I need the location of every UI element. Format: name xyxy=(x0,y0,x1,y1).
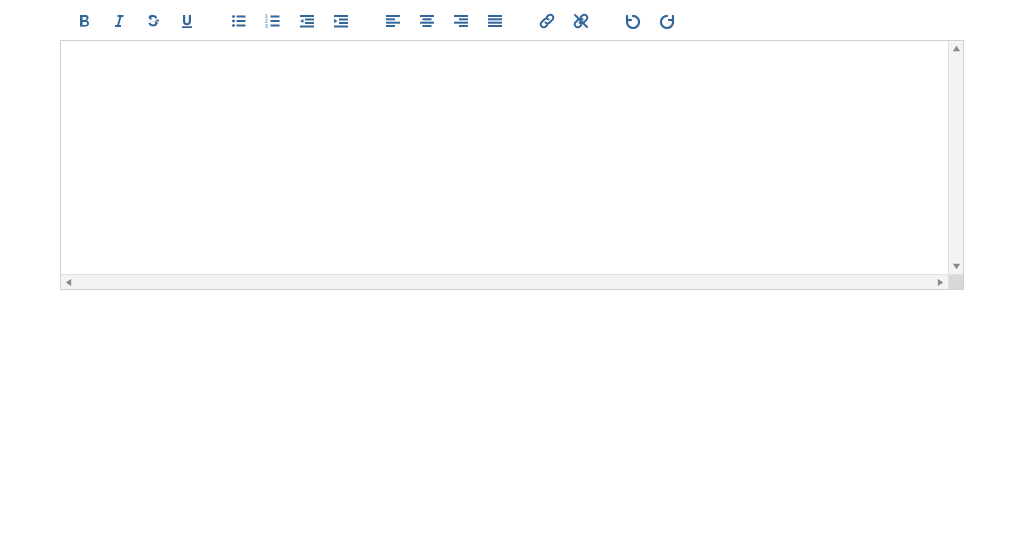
scroll-left-arrow-icon[interactable] xyxy=(61,275,76,289)
outdent-icon xyxy=(299,13,315,29)
align-left-icon xyxy=(385,13,401,29)
indent-icon xyxy=(333,13,349,29)
toolbar-separator xyxy=(598,8,616,34)
rich-text-editor xyxy=(0,0,1024,290)
italic-button[interactable] xyxy=(102,8,136,34)
align-left-button[interactable] xyxy=(376,8,410,34)
list-ul-icon xyxy=(231,13,247,29)
scroll-right-arrow-icon[interactable] xyxy=(933,275,948,289)
vertical-scrollbar[interactable] xyxy=(948,41,963,274)
editor-content[interactable] xyxy=(61,41,948,274)
underline-icon xyxy=(179,13,195,29)
editor-frame xyxy=(60,40,964,290)
horizontal-scrollbar[interactable] xyxy=(61,274,948,289)
link-icon xyxy=(539,13,555,29)
align-center-button[interactable] xyxy=(410,8,444,34)
underline-button[interactable] xyxy=(170,8,204,34)
scroll-down-arrow-icon[interactable] xyxy=(949,259,963,274)
undo-button[interactable] xyxy=(616,8,650,34)
outdent-button[interactable] xyxy=(290,8,324,34)
bold-button[interactable] xyxy=(68,8,102,34)
align-right-icon xyxy=(453,13,469,29)
align-right-button[interactable] xyxy=(444,8,478,34)
strikethrough-icon xyxy=(145,13,161,29)
scroll-corner xyxy=(948,274,963,289)
unlink-button[interactable] xyxy=(564,8,598,34)
bold-icon xyxy=(77,13,93,29)
undo-icon xyxy=(625,13,641,29)
unlink-icon xyxy=(573,13,589,29)
italic-icon xyxy=(111,13,127,29)
link-button[interactable] xyxy=(530,8,564,34)
ol-button[interactable] xyxy=(256,8,290,34)
align-justify-icon xyxy=(487,13,503,29)
redo-icon xyxy=(659,13,675,29)
align-justify-button[interactable] xyxy=(478,8,512,34)
toolbar-separator xyxy=(204,8,222,34)
indent-button[interactable] xyxy=(324,8,358,34)
strike-button[interactable] xyxy=(136,8,170,34)
list-ol-icon xyxy=(265,13,281,29)
toolbar-separator xyxy=(512,8,530,34)
editor-toolbar xyxy=(0,6,1024,40)
redo-button[interactable] xyxy=(650,8,684,34)
ul-button[interactable] xyxy=(222,8,256,34)
toolbar-separator xyxy=(358,8,376,34)
scroll-up-arrow-icon[interactable] xyxy=(949,41,963,56)
align-center-icon xyxy=(419,13,435,29)
